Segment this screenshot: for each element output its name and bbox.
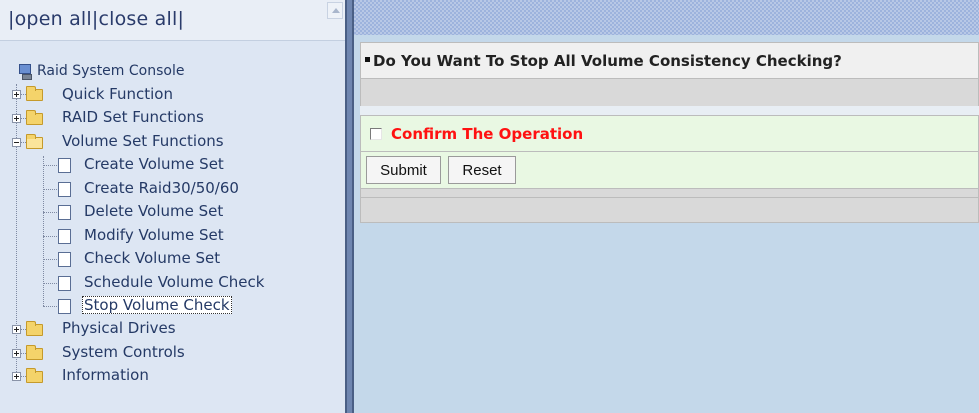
scroll-up-button[interactable] (327, 2, 343, 19)
tree-item-label: Information (62, 366, 149, 384)
document-icon (58, 276, 71, 291)
navigation-tree: Raid System Console Quick Function RAID … (0, 0, 345, 413)
tree-branch-line (43, 259, 57, 260)
tree-item-label: Quick Function (62, 85, 173, 103)
button-row: Submit Reset (360, 152, 979, 189)
tree-item-label: RAID Set Functions (62, 108, 204, 126)
tree-item-quick-function[interactable]: Quick Function (60, 84, 175, 104)
tree-item-label: Create Raid30/50/60 (84, 179, 239, 197)
tree-item-label: Check Volume Set (84, 249, 221, 267)
tree-item-label: Volume Set Functions (62, 132, 224, 150)
reset-button[interactable]: Reset (448, 156, 516, 184)
frame-divider[interactable] (345, 0, 354, 413)
document-icon (58, 229, 71, 244)
content-frame: Do You Want To Stop All Volume Consisten… (354, 0, 979, 413)
tree-item-stop-volume-check[interactable]: Stop Volume Check (82, 295, 232, 315)
open-close-links: |open all|close all| (8, 8, 184, 30)
tree-item-modify-volume-set[interactable]: Modify Volume Set (82, 225, 226, 245)
tree-item-check-volume-set[interactable]: Check Volume Set (82, 248, 222, 268)
tree-branch-line (43, 189, 57, 190)
footer-row (360, 189, 979, 223)
folder-icon (26, 368, 43, 383)
tree-item-delete-volume-set[interactable]: Delete Volume Set (82, 201, 225, 221)
submit-button[interactable]: Submit (366, 156, 441, 184)
folder-icon (26, 345, 43, 360)
tree-item-create-volume-set[interactable]: Create Volume Set (82, 154, 226, 174)
tree-toolbar: |open all|close all| (0, 0, 345, 41)
tree-item-volume-set-functions[interactable]: Volume Set Functions (60, 131, 226, 151)
form-panel: Do You Want To Stop All Volume Consisten… (360, 42, 979, 223)
open-folder-icon (26, 134, 43, 149)
document-icon (58, 205, 71, 220)
document-icon (58, 158, 71, 173)
document-icon (58, 182, 71, 197)
tree-branch-line (43, 236, 57, 237)
expand-plus-icon[interactable] (12, 325, 21, 334)
tree-branch-line (43, 165, 57, 166)
close-all-link[interactable]: close all (98, 8, 177, 30)
spacer-row (360, 78, 979, 106)
tree-item-schedule-volume-check[interactable]: Schedule Volume Check (82, 272, 266, 292)
header-pattern (354, 0, 979, 35)
tree-item-label: Modify Volume Set (84, 226, 224, 244)
spacer-gap (360, 106, 979, 115)
confirm-label: Confirm The Operation (391, 125, 584, 143)
folder-icon (26, 86, 43, 101)
document-icon (58, 299, 71, 314)
expand-plus-icon[interactable] (12, 114, 21, 123)
form-title: Do You Want To Stop All Volume Consisten… (373, 52, 842, 70)
tree-item-label: System Controls (62, 343, 185, 361)
tree-item-create-raid30-50-60[interactable]: Create Raid30/50/60 (82, 178, 241, 198)
tree-branch-line (43, 306, 57, 307)
separator: | (177, 8, 185, 30)
tree-root[interactable]: Raid System Console (35, 61, 186, 81)
expand-plus-icon[interactable] (12, 90, 21, 99)
folder-icon (26, 321, 43, 336)
tree-item-label: Schedule Volume Check (84, 273, 265, 291)
footer-divider (361, 197, 978, 218)
tree-item-physical-drives[interactable]: Physical Drives (60, 318, 178, 338)
confirm-row: Confirm The Operation (360, 115, 979, 152)
computer-icon (18, 64, 32, 80)
folder-icon (26, 110, 43, 125)
tree-item-raid-set-functions[interactable]: RAID Set Functions (60, 107, 206, 127)
confirm-checkbox[interactable] (370, 128, 382, 140)
document-icon (58, 252, 71, 267)
collapse-minus-icon[interactable] (12, 138, 21, 147)
bullet-icon (365, 57, 370, 62)
tree-item-information[interactable]: Information (60, 365, 151, 385)
expand-plus-icon[interactable] (12, 372, 21, 381)
tree-branch-line (43, 283, 57, 284)
tree-branch-line (43, 212, 57, 213)
tree-item-label: Delete Volume Set (84, 202, 224, 220)
expand-plus-icon[interactable] (12, 349, 21, 358)
open-all-link[interactable]: open all (15, 8, 92, 30)
tree-item-label: Physical Drives (62, 319, 176, 337)
tree-item-label: Create Volume Set (84, 155, 224, 173)
form-title-row: Do You Want To Stop All Volume Consisten… (360, 42, 979, 78)
tree-item-system-controls[interactable]: System Controls (60, 342, 187, 362)
navigation-frame: Raid System Console Quick Function RAID … (0, 0, 345, 413)
tree-root-label: Raid System Console (37, 63, 185, 79)
separator: | (8, 8, 15, 30)
tree-item-label: Stop Volume Check (82, 296, 232, 314)
